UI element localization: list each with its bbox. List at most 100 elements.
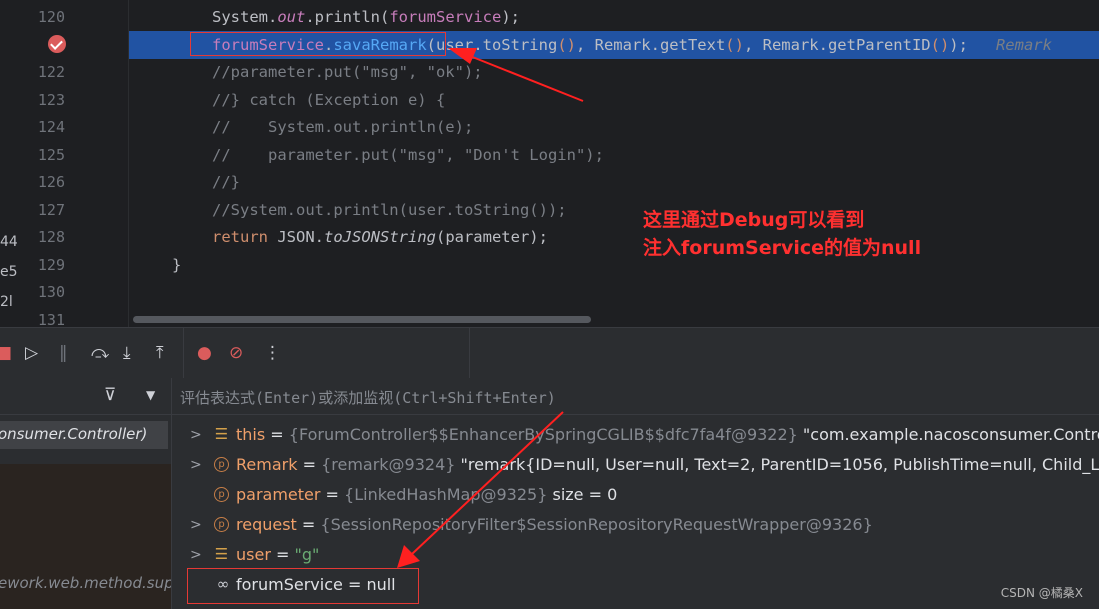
code-token: //parameter.put("msg", "ok"); [212,63,483,81]
code-line[interactable]: //System.out.println(user.toString()); [212,197,567,225]
code-line[interactable]: return JSON.toJSONString(parameter); [212,224,548,252]
code-token: forumService [212,35,324,54]
equals-sign: = [265,425,289,444]
code-line[interactable]: // System.out.println(e); [212,114,473,142]
variable-name: request [236,515,297,534]
highlight-box [187,568,419,604]
stop-icon[interactable]: ■ [0,342,12,364]
variable-row[interactable]: > p Remark = {remark@9324} "remark{ID=null… [172,450,1099,480]
watermark: CSDN @橘桑X [1000,586,1083,600]
field-icon: ☰ [214,545,229,563]
code-token: return [212,228,278,246]
code-token: forumService [389,8,502,26]
line-number: 122 [37,63,65,81]
code-line[interactable]: //parameter.put("msg", "ok"); [212,59,483,87]
code-token: ); [949,35,996,54]
variable-type: {remark@9324} [321,455,456,474]
code-token: . [323,35,334,54]
variable-text: user = "g" [236,540,319,570]
variable-type: {ForumController$$EnhancerBySpringCGLIB$… [288,425,798,444]
evaluate-expression-field[interactable]: 评估表达式(Enter)或添加监视(Ctrl+Shift+Enter) [172,378,1099,415]
code-token: ); [501,8,520,26]
line-number: 130 [37,283,65,301]
code-token: //} [212,173,240,191]
code-token: // System.out.println(e); [212,118,474,136]
horizontal-scrollbar[interactable] [133,316,591,323]
frame-item-label[interactable]: ework.web.method.sup [0,574,171,592]
chevron-down-icon[interactable]: ▼ [146,388,155,402]
code-line[interactable]: forumService.savaRemark(user.toString(),… [212,32,1052,60]
variable-name: this [236,425,266,444]
code-token: JSON. [277,228,324,246]
code-token: Remark [995,35,1052,54]
variable-row[interactable]: > ☰ this = {ForumController$$EnhancerBySpr… [172,420,1099,450]
variable-name: user [236,545,271,564]
variable-row[interactable]: p parameter = {LinkedHashMap@9325} size =… [172,480,1099,510]
equals-sign: = [270,545,295,564]
code-line[interactable]: // parameter.put("msg", "Don't Login"); [212,142,604,170]
line-number: 129 [37,255,65,274]
code-editor[interactable]: 44 e5 2l 这里通过Debug可以看到 注入forumService的值为… [0,0,1099,327]
code-line[interactable]: //} catch (Exception e) { [212,87,445,115]
chevron-right-icon[interactable]: > [190,540,202,570]
chevron-right-icon[interactable]: > [190,420,202,450]
step-out-icon[interactable]: ⤒ [156,342,164,364]
code-line[interactable]: } [172,252,181,280]
code-token: () [725,35,744,54]
parameter-icon: p [214,457,229,472]
annotation-line-1: 这里通过Debug可以看到 [643,209,865,231]
frame-item-label[interactable]: onsumer.Controller) [0,425,147,443]
toolbar-divider [469,328,470,379]
frames-panel: ⊽ ▼ onsumer.Controller) ework.web.method… [0,378,172,609]
filter-icon[interactable]: ⊽ [104,385,116,405]
variable-name: Remark [236,455,298,474]
code-line[interactable]: //} [212,169,240,197]
frames-header: ⊽ ▼ [0,378,171,415]
step-into-icon[interactable]: ⤓ [123,342,131,364]
line-number: 126 [37,173,65,191]
variable-text: parameter = {LinkedHashMap@9325} size = … [236,480,617,510]
code-token: // parameter.put("msg", "Don't Login"); [212,145,604,164]
variable-text: this = {ForumController$$EnhancerBySprin… [236,420,1099,450]
equals-sign: = [320,485,345,504]
variable-name: parameter [236,485,321,504]
view-breakpoints-icon[interactable]: ● [197,342,212,364]
line-number: 123 [37,90,65,109]
code-token: () [930,35,950,54]
clipped-text: 2l [0,294,13,310]
code-token: System. [212,8,278,26]
code-token: (user.toString [426,35,558,54]
code-token: (parameter); [435,228,548,246]
variable-text: Remark = {remark@9324} "remark{ID=null, … [236,450,1099,480]
line-number: 120 [37,8,65,26]
chevron-right-icon[interactable]: > [190,450,202,480]
code-token: () [557,35,576,54]
evaluate-placeholder: 评估表达式(Enter)或添加监视(Ctrl+Shift+Enter) [180,389,556,407]
toolbar-divider [183,328,184,379]
line-number: 124 [37,118,65,136]
pause-icon[interactable]: ‖ [59,342,68,364]
line-number: 131 [37,310,65,328]
line-number: 125 [37,145,65,164]
variable-row[interactable]: > p request = {SessionRepositoryFilter$Ses… [172,510,1099,540]
mute-breakpoints-icon[interactable]: ⊘ [229,342,243,364]
debug-toolbar: ■ ▷ ‖ ⤼ ⤓ ⤒ ● ⊘ ⋮ [0,327,1099,379]
equals-sign: = [297,455,322,474]
variable-value: "remark{ID=null, User=null, Text=2, Pare… [460,455,1099,474]
parameter-icon: p [214,517,229,532]
line-number: 128 [37,228,65,246]
resume-icon[interactable]: ▷ [25,342,38,364]
code-token: //System.out.println(user.toString()); [212,200,567,219]
variable-type: {SessionRepositoryFilter$SessionReposito… [320,515,873,534]
chevron-right-icon[interactable]: > [190,510,202,540]
step-over-icon[interactable]: ⤼ [91,342,109,364]
code-token: } [172,255,182,274]
code-line[interactable]: System.out.println(forumService); [212,4,520,32]
more-icon[interactable]: ⋮ [264,342,281,364]
left-clipped-panel: 44 e5 2l [0,0,18,327]
code-token: .println( [305,8,390,26]
variable-text: request = {SessionRepositoryFilter$Sessi… [236,510,873,540]
variable-row[interactable]: > ☰ user = "g" [172,540,1099,570]
code-token: savaRemark [333,35,427,54]
breakpoint-icon[interactable] [48,35,66,53]
